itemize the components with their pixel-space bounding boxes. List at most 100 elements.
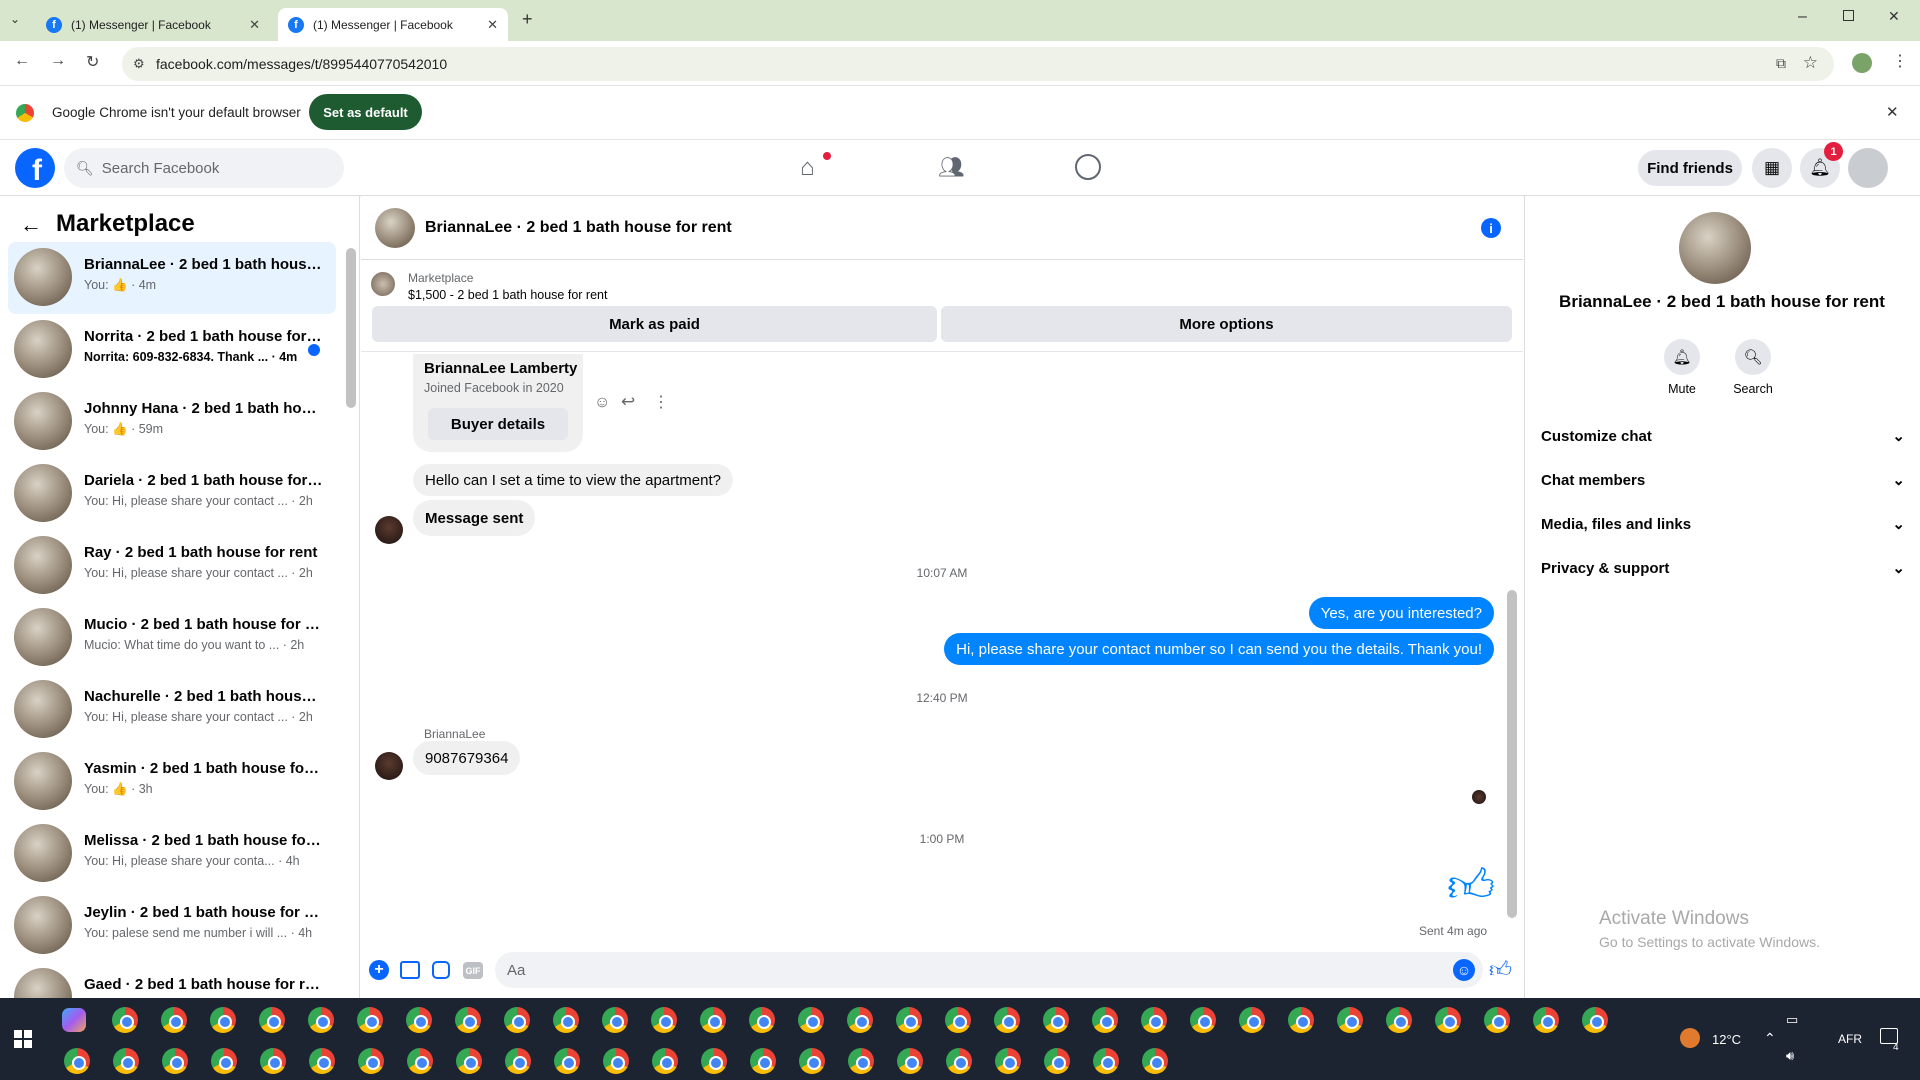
chrome-taskbar-icon[interactable] <box>1092 1007 1118 1033</box>
account-avatar[interactable] <box>1848 148 1888 188</box>
copilot-icon[interactable] <box>62 1008 86 1032</box>
chrome-taskbar-icon[interactable] <box>211 1048 237 1074</box>
react-emoji-icon[interactable]: ☺ <box>594 394 610 412</box>
menu-grid-icon[interactable]: ▦ <box>1752 148 1792 188</box>
weather-icon[interactable] <box>1680 1028 1700 1048</box>
chrome-taskbar-icon[interactable] <box>1093 1048 1119 1074</box>
chrome-taskbar-icon[interactable] <box>1288 1007 1314 1033</box>
chrome-taskbar-icon[interactable] <box>1190 1007 1216 1033</box>
set-default-button[interactable]: Set as default <box>309 94 422 130</box>
info-icon[interactable]: i <box>1481 218 1501 238</box>
close-tab-icon[interactable]: ✕ <box>249 17 260 33</box>
sender-avatar[interactable] <box>375 516 403 544</box>
chrome-taskbar-icon[interactable] <box>1239 1007 1265 1033</box>
chrome-taskbar-icon[interactable] <box>1337 1007 1363 1033</box>
back-arrow-icon[interactable]: ← <box>20 212 42 238</box>
chrome-menu-icon[interactable]: ⋮ <box>1892 51 1908 71</box>
mark-paid-button[interactable]: Mark as paid <box>372 306 937 342</box>
chrome-taskbar-icon[interactable] <box>897 1048 923 1074</box>
new-tab-icon[interactable]: + <box>522 9 533 30</box>
conversation-item[interactable]: Nachurelle · 2 bed 1 bath house for rent… <box>8 674 336 746</box>
forward-icon[interactable]: → <box>50 52 66 70</box>
url-bar[interactable]: ⚙ facebook.com/messages/t/89954407705420… <box>122 47 1834 81</box>
conversation-item[interactable]: Gaed · 2 bed 1 bath house for rent <box>8 962 336 998</box>
chrome-taskbar-icon[interactable] <box>113 1048 139 1074</box>
conversation-item[interactable]: BriannaLee · 2 bed 1 bath house for rent… <box>8 242 336 314</box>
chrome-taskbar-icon[interactable] <box>504 1007 530 1033</box>
reload-icon[interactable]: ↻ <box>86 52 99 72</box>
tab-search-icon[interactable]: ⌄ <box>10 12 20 26</box>
chrome-taskbar-icon[interactable] <box>848 1048 874 1074</box>
reply-icon[interactable]: ↩ <box>621 392 635 412</box>
minimize-icon[interactable]: – <box>1798 8 1807 26</box>
conversation-item[interactable]: Melissa · 2 bed 1 bath house for rent You… <box>8 818 336 890</box>
outgoing-message[interactable]: Hi, please share your contact number so … <box>944 633 1494 665</box>
nav-groups-icon[interactable] <box>1075 154 1101 180</box>
start-windows-icon[interactable] <box>14 1030 32 1048</box>
outgoing-message[interactable]: Yes, are you interested? <box>1308 597 1494 629</box>
network-icon[interactable]: ▭ <box>1786 1012 1798 1028</box>
sticker-icon[interactable] <box>432 961 450 979</box>
restore-icon[interactable] <box>1843 10 1854 21</box>
chrome-taskbar-icon[interactable] <box>1044 1048 1070 1074</box>
send-like-icon[interactable]: 👍︎ <box>1489 956 1512 983</box>
incoming-message[interactable]: Hello can I set a time to view the apart… <box>413 464 733 496</box>
search-conversation-button[interactable]: 🔍︎ Search <box>1723 339 1783 396</box>
chrome-taskbar-icon[interactable] <box>700 1007 726 1033</box>
chat-avatar[interactable] <box>375 208 415 248</box>
conversation-item[interactable]: Jeylin · 2 bed 1 bath house for rent You:… <box>8 890 336 962</box>
chrome-taskbar-icon[interactable] <box>652 1048 678 1074</box>
gif-icon[interactable]: GIF <box>463 962 483 979</box>
facebook-logo-icon[interactable]: f <box>15 148 55 188</box>
chrome-taskbar-icon[interactable] <box>210 1007 236 1033</box>
chrome-taskbar-icon[interactable] <box>1142 1048 1168 1074</box>
weather-temp[interactable]: 12°C <box>1712 1032 1741 1047</box>
chrome-taskbar-icon[interactable] <box>407 1048 433 1074</box>
chrome-taskbar-icon[interactable] <box>651 1007 677 1033</box>
buyer-details-button[interactable]: Buyer details <box>428 408 568 440</box>
chrome-taskbar-icon[interactable] <box>357 1007 383 1033</box>
conversation-item[interactable]: Mucio · 2 bed 1 bath house for rent Mucio… <box>8 602 336 674</box>
search-input[interactable]: 🔍︎ Search Facebook <box>64 148 344 188</box>
nav-friends-icon[interactable]: 👥︎ <box>938 156 965 180</box>
chrome-taskbar-icon[interactable] <box>1043 1007 1069 1033</box>
mute-button[interactable]: 🔔︎ Mute <box>1657 339 1707 396</box>
chrome-taskbar-icon[interactable] <box>455 1007 481 1033</box>
chrome-taskbar-icon[interactable] <box>1435 1007 1461 1033</box>
back-icon[interactable]: ← <box>14 52 30 70</box>
listing-title[interactable]: $1,500 - 2 bed 1 bath house for rent <box>408 288 607 302</box>
conversation-item[interactable]: Ray · 2 bed 1 bath house for rent You: Hi… <box>8 530 336 602</box>
profile-icon[interactable] <box>1852 53 1872 73</box>
volume-icon[interactable]: 🔊︎ <box>1786 1048 1794 1064</box>
section-customize-chat[interactable]: Customize chat ⌄ <box>1541 414 1905 458</box>
add-attachment-icon[interactable]: + <box>369 960 389 980</box>
site-info-icon[interactable]: ⚙ <box>133 56 145 72</box>
chrome-taskbar-icon[interactable] <box>64 1048 90 1074</box>
chrome-taskbar-icon[interactable] <box>1484 1007 1510 1033</box>
bookmark-star-icon[interactable]: ☆ <box>1803 53 1818 73</box>
list-scrollbar[interactable] <box>346 248 356 408</box>
chrome-taskbar-icon[interactable] <box>260 1048 286 1074</box>
listing-thumbnail[interactable] <box>371 272 395 296</box>
chrome-taskbar-icon[interactable] <box>750 1048 776 1074</box>
chrome-taskbar-icon[interactable] <box>602 1007 628 1033</box>
message-input[interactable]: Aa ☺ <box>495 952 1483 988</box>
chrome-taskbar-icon[interactable] <box>406 1007 432 1033</box>
find-friends-button[interactable]: Find friends <box>1638 150 1742 186</box>
tray-overflow-icon[interactable]: ⌃ <box>1764 1030 1776 1047</box>
chrome-taskbar-icon[interactable] <box>847 1007 873 1033</box>
more-options-button[interactable]: More options <box>941 306 1512 342</box>
chrome-taskbar-icon[interactable] <box>505 1048 531 1074</box>
message-more-icon[interactable]: ⋮ <box>653 392 669 412</box>
incoming-message[interactable]: 9087679364 <box>413 741 521 775</box>
emoji-icon[interactable]: ☺ <box>1453 959 1475 981</box>
conversation-item[interactable]: Dariela · 2 bed 1 bath house for rent You… <box>8 458 336 530</box>
sender-avatar[interactable] <box>375 752 403 780</box>
close-infobar-icon[interactable]: ✕ <box>1886 103 1899 121</box>
chrome-taskbar-icon[interactable] <box>161 1007 187 1033</box>
install-app-icon[interactable]: ⧉ <box>1776 55 1786 72</box>
close-window-icon[interactable]: ✕ <box>1888 8 1900 25</box>
section-privacy-support[interactable]: Privacy & support ⌄ <box>1541 546 1905 590</box>
photo-icon[interactable] <box>400 961 420 979</box>
browser-tab-1[interactable]: f (1) Messenger | Facebook ✕ <box>36 8 270 41</box>
